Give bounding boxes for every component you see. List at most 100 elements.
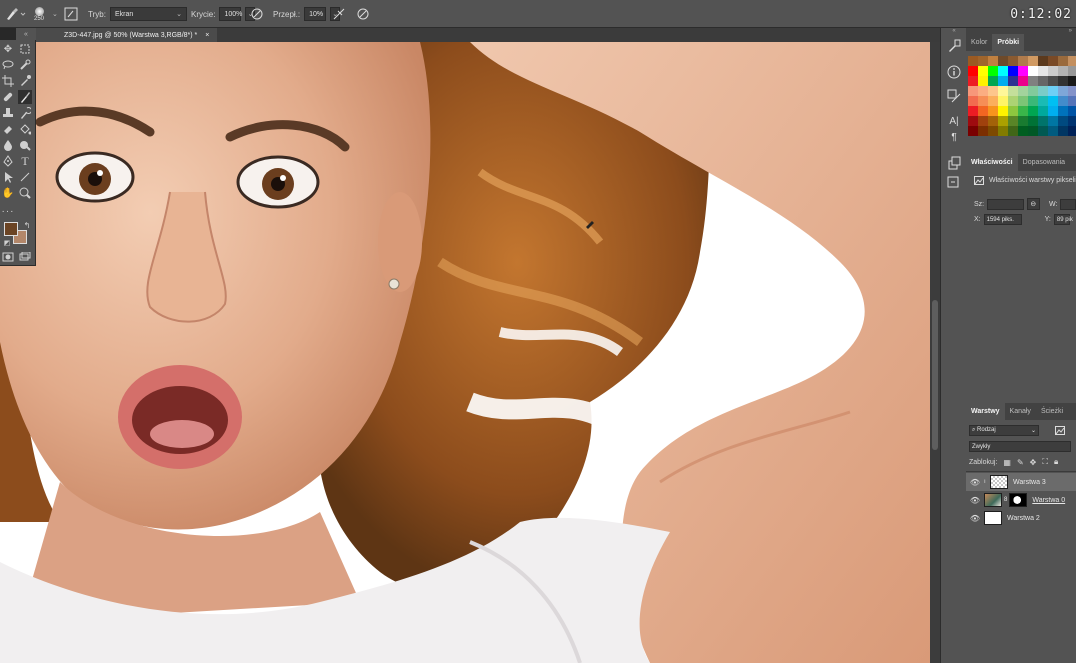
color-swatch[interactable] xyxy=(978,96,988,106)
visibility-eye-icon[interactable]: 👁︎ xyxy=(966,478,984,487)
lock-transparency-icon[interactable]: ▦ xyxy=(1003,458,1011,467)
collapse-strip-icon[interactable]: « xyxy=(941,28,967,34)
color-swatch[interactable] xyxy=(1038,56,1048,66)
lock-position-icon[interactable]: ✥ xyxy=(1030,458,1037,467)
brush-tool-icon[interactable] xyxy=(18,90,32,104)
airbrush-icon[interactable] xyxy=(332,0,346,28)
color-swatch[interactable] xyxy=(968,96,978,106)
color-swatch[interactable] xyxy=(1028,96,1038,106)
y-input[interactable]: 89 pik xyxy=(1053,214,1073,225)
quick-mask-icon[interactable] xyxy=(1,250,15,264)
color-swatch[interactable] xyxy=(1028,56,1038,66)
brush-tool-preset-icon[interactable] xyxy=(4,0,26,28)
color-swatch[interactable] xyxy=(1008,86,1018,96)
stamp-tool-icon[interactable] xyxy=(1,106,15,120)
color-swatch[interactable] xyxy=(978,116,988,126)
color-swatch[interactable] xyxy=(968,126,978,136)
color-swatch[interactable] xyxy=(968,116,978,126)
collapse-toolbar-icon[interactable]: « xyxy=(16,28,36,40)
lock-all-icon[interactable]: 🔒︎ xyxy=(1054,457,1058,467)
layer-comps-icon[interactable] xyxy=(946,155,962,171)
default-colors-icon[interactable]: ◩ xyxy=(0,236,14,250)
color-swatch[interactable] xyxy=(1018,66,1028,76)
canvas-vertical-scrollbar[interactable] xyxy=(930,42,940,663)
color-swatch[interactable] xyxy=(1068,86,1076,96)
color-swatch[interactable] xyxy=(1048,66,1058,76)
color-swatch[interactable] xyxy=(1028,86,1038,96)
layer-row[interactable]: 👁︎ Warstwa 2 xyxy=(966,509,1076,527)
tab-swatches[interactable]: Próbki xyxy=(992,34,1025,51)
color-swatch[interactable] xyxy=(1008,116,1018,126)
filter-pixel-layers-icon[interactable] xyxy=(1055,426,1065,435)
flow-input[interactable]: 10% xyxy=(304,7,327,21)
close-icon[interactable]: × xyxy=(205,32,209,39)
color-swatch[interactable] xyxy=(988,106,998,116)
color-swatch[interactable] xyxy=(1068,126,1076,136)
tab-adjustments[interactable]: Dopasowania xyxy=(1018,154,1070,171)
pen-tool-icon[interactable] xyxy=(1,154,15,168)
color-swatch[interactable] xyxy=(978,76,988,86)
color-swatch[interactable] xyxy=(1008,76,1018,86)
layer-row[interactable]: 👁︎ ı Warstwa 3 xyxy=(966,473,1076,491)
color-swatch[interactable] xyxy=(988,86,998,96)
blend-mode-select[interactable]: Zwykły xyxy=(969,441,1071,452)
color-swatch[interactable] xyxy=(998,56,1008,66)
color-swatch[interactable] xyxy=(1028,126,1038,136)
color-swatch[interactable] xyxy=(1038,86,1048,96)
history-brush-tool-icon[interactable] xyxy=(18,106,32,120)
color-swatch[interactable] xyxy=(968,66,978,76)
color-swatch[interactable] xyxy=(1018,76,1028,86)
visibility-eye-icon[interactable]: 👁︎ xyxy=(966,514,984,523)
history-icon[interactable] xyxy=(946,173,962,189)
bucket-tool-icon[interactable] xyxy=(18,122,32,136)
eraser-tool-icon[interactable] xyxy=(1,122,15,136)
scrollbar-thumb[interactable] xyxy=(932,300,938,450)
lasso-tool-icon[interactable] xyxy=(1,58,15,72)
height-input[interactable] xyxy=(1060,198,1076,210)
color-swatch[interactable] xyxy=(998,116,1008,126)
brush-presets-icon[interactable] xyxy=(946,38,962,54)
paragraph-icon[interactable]: ¶ xyxy=(946,129,962,145)
color-swatch[interactable] xyxy=(1038,116,1048,126)
color-swatch[interactable] xyxy=(1008,56,1018,66)
color-swatch[interactable] xyxy=(1028,76,1038,86)
tab-paths[interactable]: Ścieżki xyxy=(1036,403,1068,420)
clone-source-icon[interactable] xyxy=(946,88,962,104)
color-swatch[interactable] xyxy=(1008,66,1018,76)
color-swatch[interactable] xyxy=(988,66,998,76)
character-icon[interactable]: A| xyxy=(946,113,962,129)
eyedropper-tool-icon[interactable] xyxy=(18,74,32,88)
line-tool-icon[interactable] xyxy=(18,170,32,184)
foreground-color-swatch[interactable] xyxy=(4,222,18,236)
layer-row[interactable]: 👁︎ 8 Warstwa 0 xyxy=(966,491,1076,509)
color-swatch[interactable] xyxy=(1048,126,1058,136)
color-swatch[interactable] xyxy=(1068,66,1076,76)
marquee-tool-icon[interactable] xyxy=(18,42,32,56)
pressure-size-icon[interactable] xyxy=(356,0,370,28)
color-swatch[interactable] xyxy=(998,66,1008,76)
color-swatch[interactable] xyxy=(1048,56,1058,66)
color-swatch[interactable] xyxy=(998,86,1008,96)
color-swatch[interactable] xyxy=(978,66,988,76)
color-swatch[interactable] xyxy=(1068,106,1076,116)
hand-tool-icon[interactable]: ✋ xyxy=(1,186,15,200)
color-swatch[interactable] xyxy=(1018,126,1028,136)
color-swatch[interactable] xyxy=(988,96,998,106)
color-swatch[interactable] xyxy=(1048,116,1058,126)
color-swatch[interactable] xyxy=(988,126,998,136)
quick-select-tool-icon[interactable] xyxy=(18,58,32,72)
color-swatch[interactable] xyxy=(988,116,998,126)
document-canvas[interactable] xyxy=(0,42,930,663)
color-swatch[interactable] xyxy=(968,86,978,96)
color-swatch[interactable] xyxy=(978,86,988,96)
color-swatch[interactable] xyxy=(1068,116,1076,126)
color-swatch[interactable] xyxy=(968,76,978,86)
color-swatch[interactable] xyxy=(1068,76,1076,86)
color-swatch[interactable] xyxy=(988,76,998,86)
color-swatch[interactable] xyxy=(1048,76,1058,86)
tab-properties[interactable]: Właściwości xyxy=(966,154,1018,171)
path-select-tool-icon[interactable] xyxy=(1,170,15,184)
blur-tool-icon[interactable] xyxy=(1,138,15,152)
color-swatch[interactable] xyxy=(1038,76,1048,86)
color-swatch[interactable] xyxy=(1018,96,1028,106)
